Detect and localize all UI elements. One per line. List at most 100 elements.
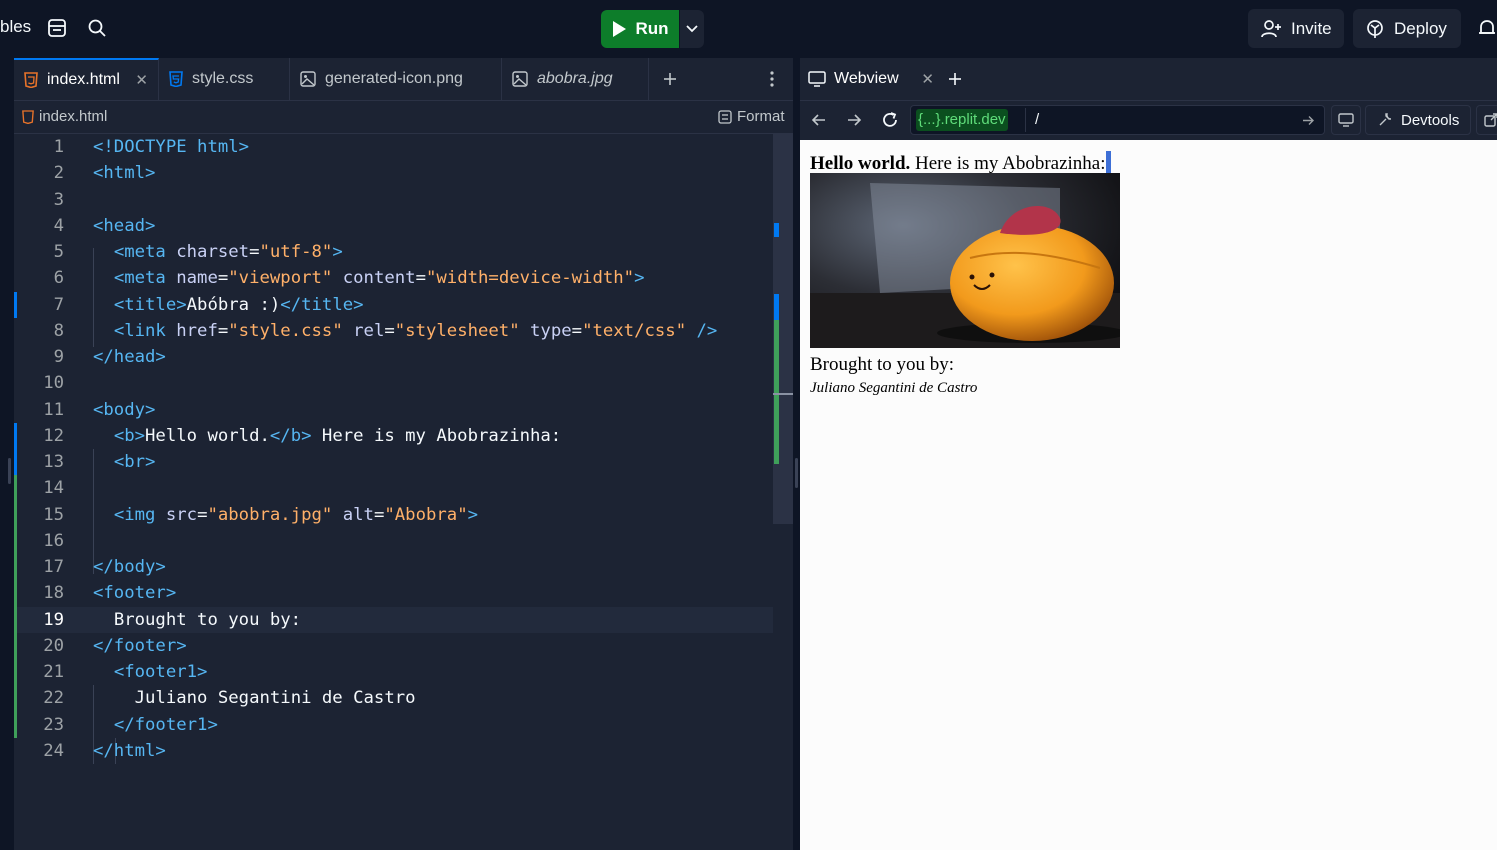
preview-footer: Brought to you by: (810, 354, 955, 375)
code-line[interactable]: 7 <title>Abóbra :)</title> (14, 291, 773, 318)
scroll-marker (774, 294, 779, 320)
code-line[interactable]: 3 (14, 187, 773, 213)
invite-button[interactable]: Invite (1248, 9, 1344, 48)
monitor-icon (1338, 113, 1354, 127)
code-line[interactable]: 2 <html> (14, 160, 773, 186)
devtools-button[interactable]: Devtools (1365, 105, 1471, 135)
html5-icon (22, 110, 34, 124)
url-separator (1025, 108, 1026, 132)
url-host: {...}.replit.dev (916, 109, 1008, 131)
code-line[interactable]: 24 </html> (14, 738, 773, 764)
url-field[interactable]: {...}.replit.dev / (910, 105, 1325, 135)
bell-icon[interactable] (1476, 17, 1497, 39)
go-arrow-icon[interactable] (1302, 114, 1315, 127)
code-line[interactable]: 1 <!DOCTYPE html> (14, 134, 773, 160)
code-line[interactable]: 10 (14, 370, 773, 396)
code-line[interactable]: 8 <link href="style.css" rel="stylesheet… (14, 318, 773, 344)
code-line-current[interactable]: 19 Brought to you by: (14, 606, 773, 633)
scroll-cursor-marker (773, 393, 793, 395)
scroll-marker (774, 320, 779, 464)
webview-pane: Webview ✕ {...}.replit.dev / Devtools He… (800, 58, 1497, 850)
tab-label: Webview (834, 70, 899, 87)
back-arrow-icon[interactable] (811, 112, 827, 128)
code-line[interactable]: 17 </body> (14, 554, 773, 581)
tab-webview[interactable]: Webview ✕ (800, 58, 938, 100)
code-line[interactable]: 16 (14, 527, 773, 554)
webview-toolbar: {...}.replit.dev / Devtools (800, 101, 1497, 141)
format-button[interactable]: Format (737, 108, 785, 125)
code-editor[interactable]: 1 <!DOCTYPE html> 2 <html> 3 4 <head> 5 <me… (14, 134, 773, 850)
play-icon (613, 21, 627, 37)
pane-divider[interactable] (793, 58, 800, 850)
code-line[interactable]: 13 <br> (14, 449, 773, 476)
tab-label: abobra.jpg (537, 70, 613, 87)
forward-arrow-icon[interactable] (846, 112, 862, 128)
more-vertical-icon[interactable] (764, 70, 780, 88)
left-strip (0, 58, 14, 850)
resize-handle[interactable] (8, 458, 11, 484)
code-line[interactable]: 21 <footer1> (14, 659, 773, 686)
css3-icon (169, 71, 183, 87)
abobra-image (810, 173, 1120, 348)
monitor-icon (808, 71, 826, 87)
refresh-icon[interactable] (880, 110, 900, 130)
deploy-button[interactable]: Deploy (1353, 9, 1461, 48)
tab-generated-icon-png[interactable]: generated-icon.png (290, 58, 502, 100)
plus-icon[interactable] (947, 71, 963, 87)
tab-index-html[interactable]: index.html ✕ (14, 58, 159, 100)
scroll-marker (774, 223, 779, 237)
editor-tab-bar: index.html ✕ style.css generated-icon.pn… (14, 58, 793, 101)
code-line[interactable]: 6 <meta name="viewport" content="width=d… (14, 265, 773, 291)
editor-pane: index.html ✕ style.css generated-icon.pn… (14, 58, 793, 850)
tab-label: style.css (192, 70, 254, 87)
list-panel-icon[interactable] (46, 17, 68, 39)
preview-text: Here is my Abobrazinha: (910, 153, 1106, 174)
run-label: Run (635, 19, 669, 38)
close-icon[interactable]: ✕ (135, 71, 148, 89)
preview-greeting: Hello world. Here is my Abobrazinha: (810, 151, 1111, 175)
code-line[interactable]: 15 <img src="abobra.jpg" alt="Abobra"> (14, 501, 773, 528)
plus-icon[interactable] (662, 71, 678, 87)
deploy-label: Deploy (1394, 18, 1447, 38)
code-line[interactable]: 20 </footer> (14, 632, 773, 659)
tab-style-css[interactable]: style.css (159, 58, 290, 100)
wrench-icon (1379, 113, 1392, 126)
tab-label: generated-icon.png (325, 70, 463, 87)
webview-viewport[interactable]: Hello world. Here is my Abobrazinha: Bro… (800, 140, 1497, 850)
run-button[interactable]: Run (601, 10, 679, 48)
deploy-icon (1367, 19, 1383, 38)
workspace-label[interactable]: bles (0, 17, 31, 37)
device-button[interactable] (1331, 105, 1361, 135)
code-line[interactable]: 5 <meta charset="utf-8"> (14, 239, 773, 265)
devtools-label: Devtools (1401, 111, 1460, 129)
invite-label: Invite (1291, 18, 1332, 38)
url-path[interactable]: / (1035, 111, 1039, 128)
code-line[interactable]: 14 (14, 475, 773, 502)
external-link-icon (1484, 113, 1497, 127)
code-line[interactable]: 4 <head> (14, 213, 773, 239)
code-line[interactable]: 22 Juliano Segantini de Castro (14, 685, 773, 712)
text-cursor (1105, 151, 1111, 173)
run-options-button[interactable] (680, 10, 704, 48)
top-bar: bles Run Invite Deploy (0, 0, 1497, 58)
image-icon (512, 71, 528, 87)
breadcrumb-file[interactable]: index.html (39, 108, 107, 125)
chevron-down-icon (686, 25, 698, 33)
resize-handle[interactable] (795, 458, 798, 488)
search-icon[interactable] (86, 17, 108, 39)
webview-tab-bar: Webview ✕ (800, 58, 1497, 101)
code-line[interactable]: 23 </footer1> (14, 711, 773, 738)
html5-icon (24, 72, 38, 88)
code-line[interactable]: 18 <footer> (14, 580, 773, 607)
code-line[interactable]: 11 <body> (14, 397, 773, 423)
code-line[interactable]: 9 </head> (14, 344, 773, 370)
tab-abobra-jpg[interactable]: abobra.jpg (502, 58, 649, 100)
tab-label: index.html (47, 71, 120, 88)
preview-bold-text: Hello world. (810, 153, 911, 174)
open-new-tab-button[interactable] (1476, 105, 1497, 135)
add-user-icon (1261, 19, 1281, 37)
code-line[interactable]: 12 <b>Hello world.</b> Here is my Abobra… (14, 422, 773, 449)
close-icon[interactable]: ✕ (921, 70, 934, 88)
editor-scrollbar[interactable] (773, 134, 793, 850)
breadcrumb: index.html Format (14, 101, 793, 134)
